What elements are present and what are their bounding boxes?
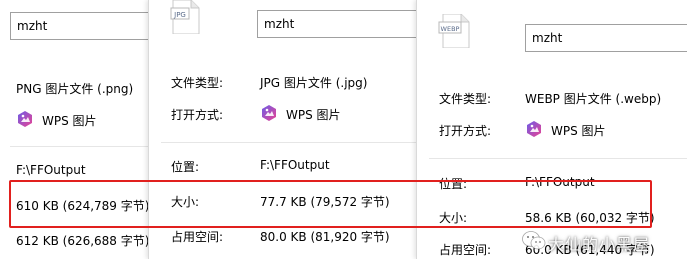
size-on-disk-label: 占用空间:: [439, 243, 492, 257]
jpg-icon-label: JPG: [173, 11, 186, 19]
open-with-label: 打开方式:: [439, 124, 492, 138]
separator: [10, 146, 148, 147]
separator: [429, 158, 687, 159]
open-with-value: WPS 图片: [551, 124, 606, 138]
location-value: F:\FFOutput: [260, 158, 330, 172]
webp-icon-label: WEBP: [441, 25, 460, 33]
file-type-label: 文件类型:: [439, 92, 492, 106]
file-type-value: PNG 图片文件 (.png): [16, 82, 134, 96]
wechat-icon: [522, 230, 546, 255]
wps-picture-icon: [260, 104, 278, 122]
location-value: F:\FFOutput: [16, 163, 86, 177]
jpg-file-icon: JPG: [169, 0, 201, 37]
open-with-value: WPS 图片: [286, 108, 341, 122]
size-on-disk-value: 80.0 KB (81,920 字节): [260, 230, 390, 244]
webp-file-icon: WEBP: [437, 13, 471, 51]
watermark: 大仙的小黑屋: [512, 226, 684, 258]
filename-input[interactable]: mzht: [525, 24, 687, 52]
open-with-label: 打开方式:: [171, 108, 224, 122]
watermark-text: 大仙的小黑屋: [548, 235, 651, 254]
size-on-disk-value: 612 KB (626,688 字节): [16, 234, 150, 248]
wps-picture-icon: [525, 120, 543, 138]
wps-picture-icon: [16, 110, 34, 128]
filename-input[interactable]: mzht: [257, 10, 417, 38]
size-highlight-box: [9, 180, 652, 228]
separator: [161, 142, 417, 143]
file-type-value: WEBP 图片文件 (.webp): [525, 92, 662, 106]
size-on-disk-label: 占用空间:: [171, 230, 224, 244]
filename-input[interactable]: mzht: [10, 12, 148, 40]
file-type-value: JPG 图片文件 (.jpg): [260, 76, 368, 90]
open-with-value: WPS 图片: [42, 114, 97, 128]
location-label: 位置:: [171, 160, 200, 174]
file-type-label: 文件类型:: [171, 76, 224, 90]
